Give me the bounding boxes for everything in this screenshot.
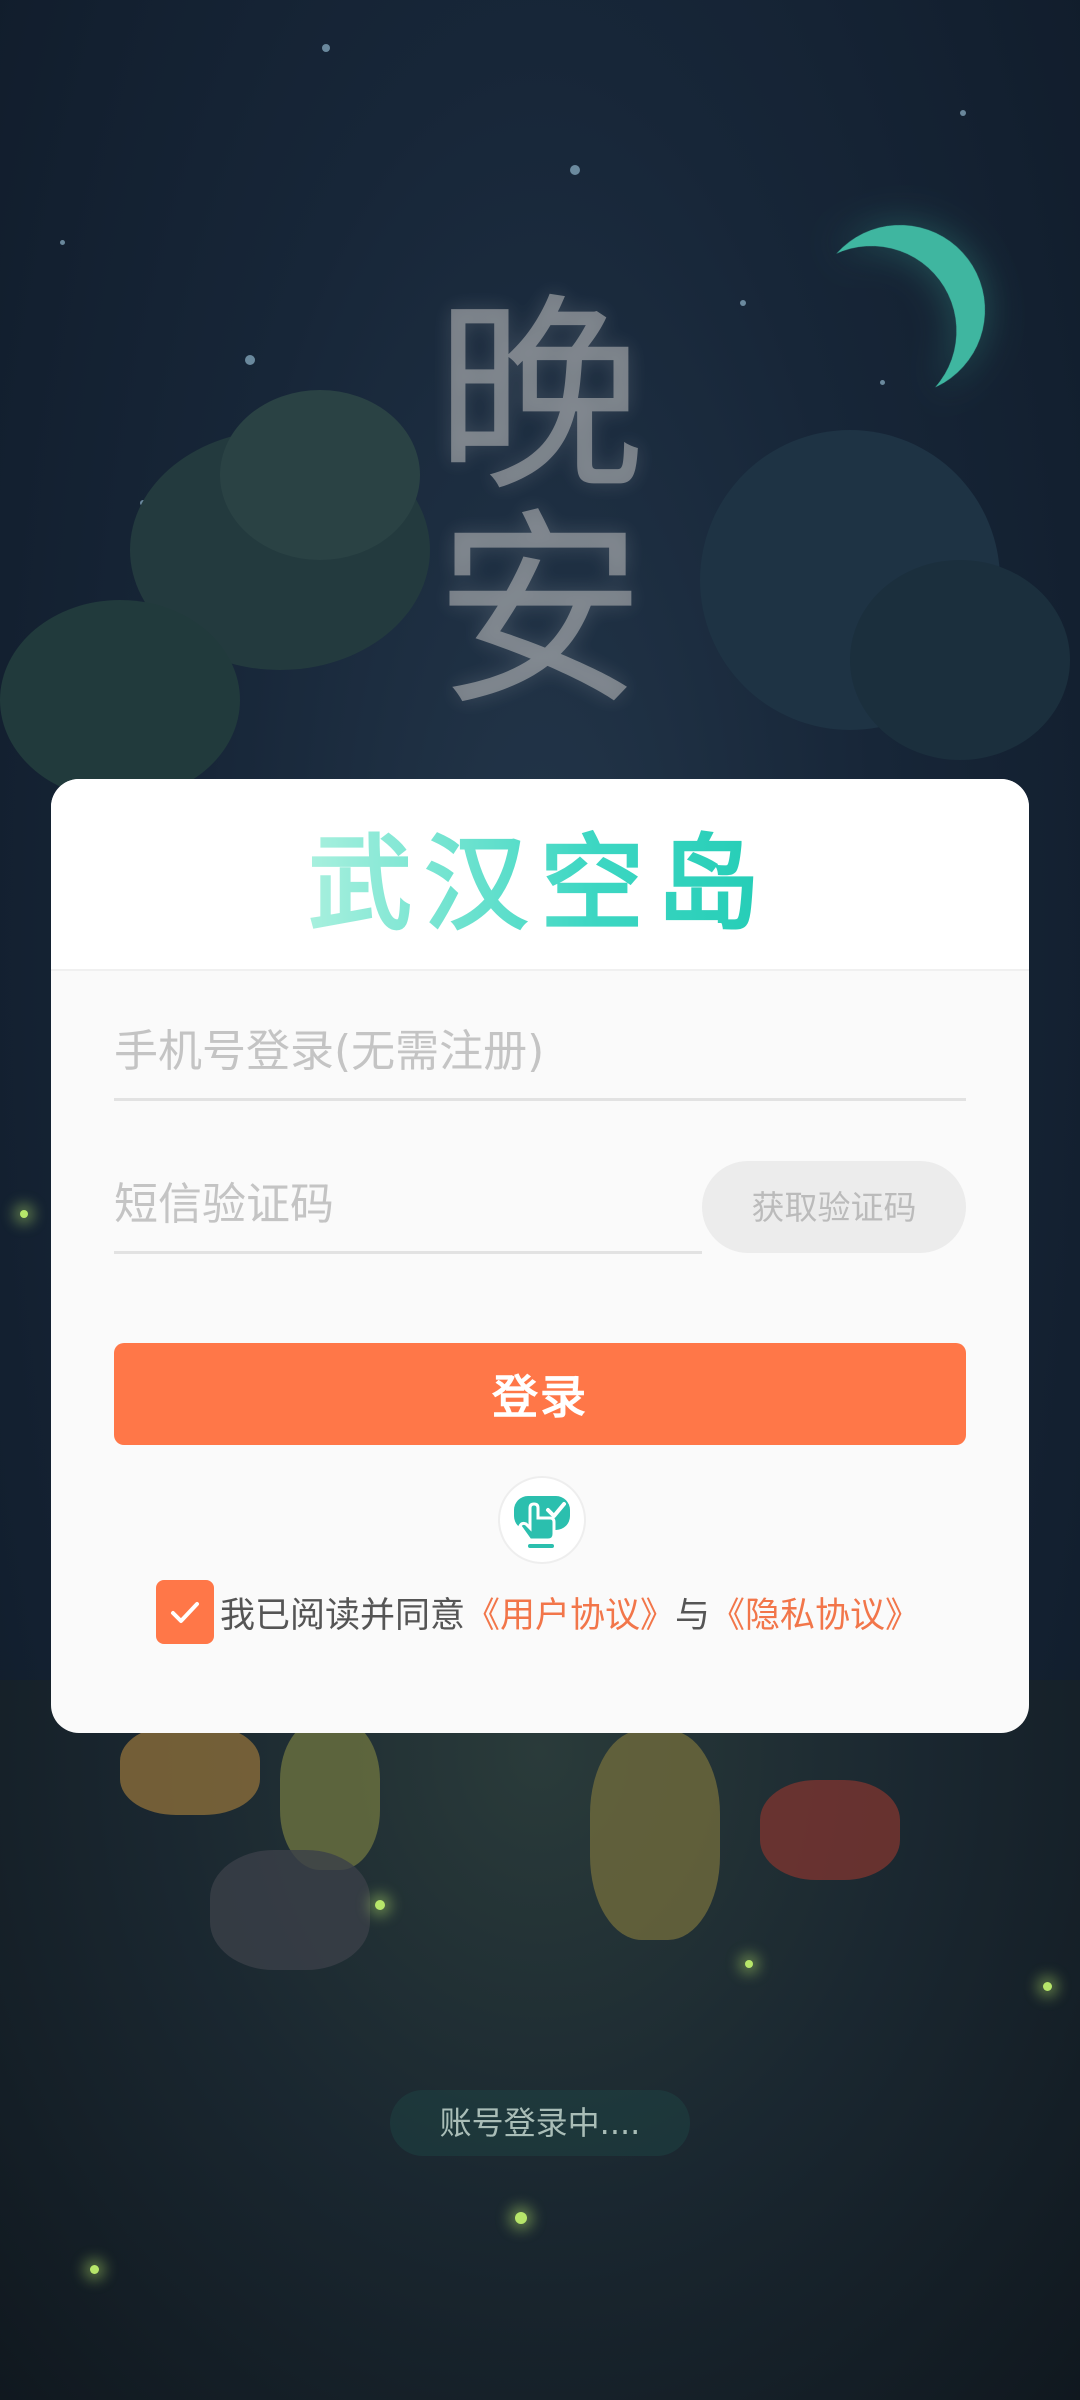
login-button[interactable]: 登录 bbox=[114, 1343, 966, 1445]
grill-decoration bbox=[120, 1725, 260, 1815]
tree bbox=[850, 560, 1070, 760]
firefly bbox=[375, 1900, 385, 1910]
radio-decoration bbox=[760, 1780, 900, 1880]
hand-tap-icon[interactable] bbox=[498, 1476, 586, 1564]
agreement-text: 我已阅读并同意 bbox=[220, 1595, 466, 1636]
firefly bbox=[20, 1210, 28, 1218]
screen: 晚安 账号登录中.... 武汉空岛 获取验证码 登录 bbox=[0, 0, 1080, 2400]
star bbox=[60, 240, 65, 245]
app-title: 武汉空岛 bbox=[308, 799, 772, 950]
agreement-checkbox[interactable] bbox=[156, 1580, 214, 1644]
star bbox=[570, 165, 580, 175]
phone-input[interactable] bbox=[114, 1004, 966, 1098]
firefly bbox=[90, 2265, 99, 2274]
firefly bbox=[1043, 1982, 1052, 1991]
get-code-button[interactable]: 获取验证码 bbox=[702, 1161, 966, 1253]
login-card: 武汉空岛 获取验证码 登录 我已阅读并同意 《用户协议 bbox=[51, 779, 1029, 1733]
star bbox=[245, 355, 255, 365]
agreement-conjunction: 与 bbox=[675, 1595, 711, 1636]
star bbox=[740, 300, 746, 306]
privacy-agreement-link[interactable]: 《隐私协议》 bbox=[710, 1587, 920, 1638]
sms-code-field[interactable] bbox=[114, 1157, 702, 1254]
agreement-row: 我已阅读并同意 《用户协议》 与 《隐私协议》 bbox=[156, 1580, 920, 1644]
star bbox=[960, 110, 966, 116]
login-status-text: 账号登录中.... bbox=[390, 2090, 690, 2156]
sms-code-input[interactable] bbox=[114, 1157, 702, 1251]
tree bbox=[0, 600, 240, 800]
firefly bbox=[515, 2212, 527, 2224]
crescent-moon bbox=[791, 201, 1009, 419]
user-agreement-link[interactable]: 《用户协议》 bbox=[465, 1587, 675, 1638]
tree bbox=[220, 390, 420, 560]
phone-field[interactable] bbox=[114, 1004, 966, 1101]
hand-tap-icon-graphic bbox=[514, 1496, 570, 1548]
character-decoration bbox=[280, 1720, 380, 1870]
firefly bbox=[745, 1960, 753, 1968]
cooler-decoration bbox=[210, 1850, 370, 1970]
good-night-lettering: 晚安 bbox=[434, 275, 645, 735]
card-header: 武汉空岛 bbox=[51, 779, 1029, 971]
character-decoration bbox=[590, 1730, 720, 1940]
star bbox=[322, 44, 330, 52]
checkmark-icon bbox=[171, 1602, 199, 1623]
